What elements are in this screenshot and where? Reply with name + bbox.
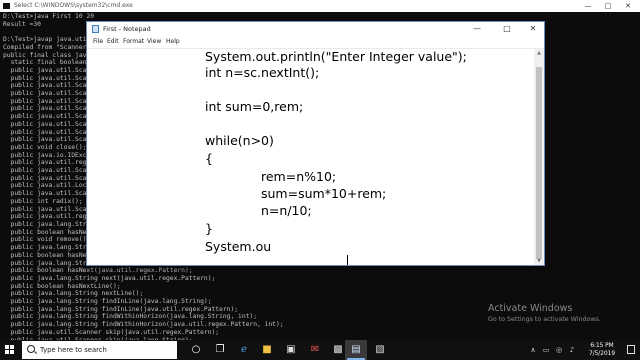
code-line: rem=n%10; — [261, 169, 337, 184]
maximize-button[interactable]: □ — [496, 22, 518, 36]
volume-icon[interactable]: ♪ — [567, 340, 577, 360]
menu-format[interactable]: Format — [123, 36, 144, 48]
notepad-title: First - Notepad — [103, 25, 151, 33]
cmd-icon — [3, 3, 10, 9]
menu-help[interactable]: Help — [166, 36, 180, 48]
wifi-icon[interactable]: ◎ — [554, 340, 564, 360]
app-icon[interactable]: ▩ — [332, 344, 344, 356]
cmd-maximize-button[interactable]: □ — [598, 0, 618, 12]
edge-icon[interactable]: ℯ — [238, 344, 250, 356]
code-line: n=n/10; — [261, 203, 312, 218]
cmd-title: Select C:\WINDOWS\system32\cmd.exe — [14, 2, 133, 9]
system-clock[interactable]: 6:15 PM 7/5/2019 — [585, 342, 619, 358]
activate-windows-watermark: Activate Windows Go to Settings to activ… — [488, 303, 601, 324]
menu-file[interactable]: File — [93, 36, 103, 48]
code-line: { — [205, 151, 213, 166]
code-line: while(n>0) — [205, 133, 274, 148]
vertical-scrollbar[interactable]: ▲ ▼ — [534, 49, 544, 265]
mail-icon[interactable]: ✉ — [309, 344, 321, 356]
notepad-icon — [92, 25, 99, 33]
watermark-title: Activate Windows — [488, 303, 573, 314]
store-icon[interactable]: ▣ — [285, 344, 297, 356]
cortana-icon[interactable]: ○ — [190, 344, 202, 356]
start-button[interactable] — [0, 340, 20, 360]
code-line: int sum=0,rem; — [205, 99, 304, 114]
menu-bar: File Edit Format View Help — [87, 36, 544, 49]
file-explorer-icon[interactable]: ■ — [261, 344, 273, 356]
notepad-window[interactable]: First - Notepad — □ ✕ File Edit Format V… — [87, 22, 544, 265]
action-center-icon[interactable] — [627, 345, 635, 354]
search-placeholder: Type here to search — [40, 346, 107, 354]
menu-edit[interactable]: Edit — [107, 36, 119, 48]
close-button[interactable]: ✕ — [522, 22, 544, 36]
cmd-taskbar-icon[interactable]: ▧ — [374, 344, 386, 356]
notepad-title-bar[interactable]: First - Notepad — □ ✕ — [87, 22, 544, 36]
minimize-button[interactable]: — — [466, 22, 488, 36]
scroll-thumb[interactable] — [536, 67, 542, 259]
windows-logo-icon — [5, 345, 9, 349]
code-line: System.out.println("Enter Integer value"… — [205, 49, 467, 64]
code-line: } — [205, 221, 213, 236]
text-caret — [347, 255, 348, 265]
code-line: int n=sc.nextInt(); — [205, 65, 320, 80]
notepad-taskbar-icon: ▤ — [351, 344, 361, 355]
cmd-title-bar[interactable]: Select C:\WINDOWS\system32\cmd.exe — □ ✕ — [0, 0, 640, 12]
cmd-minimize-button[interactable]: — — [578, 0, 598, 12]
scroll-down-icon[interactable]: ▼ — [534, 257, 544, 265]
taskbar-search-box[interactable]: Type here to search — [22, 341, 177, 359]
code-line: System.ou — [205, 239, 272, 254]
code-line: sum=sum*10+rem; — [261, 186, 387, 201]
scroll-up-icon[interactable]: ▲ — [534, 49, 544, 57]
clock-date: 7/5/2019 — [588, 351, 616, 357]
task-view-icon[interactable]: ❐ — [214, 344, 226, 356]
search-icon — [27, 345, 35, 353]
text-editor[interactable]: System.out.println("Enter Integer value"… — [87, 49, 534, 265]
menu-view[interactable]: View — [147, 36, 161, 48]
taskbar: Type here to search ○ ❐ ℯ ■ ▣ ✉ ▩ ▤ ▧ ∧ … — [0, 340, 640, 360]
cmd-close-button[interactable]: ✕ — [618, 0, 638, 12]
network-icon[interactable]: ∧ — [528, 340, 538, 360]
watermark-subtitle: Go to Settings to activate Windows. — [488, 316, 601, 323]
battery-icon[interactable]: ▭ — [541, 340, 551, 360]
clock-time: 6:15 PM — [590, 343, 614, 349]
